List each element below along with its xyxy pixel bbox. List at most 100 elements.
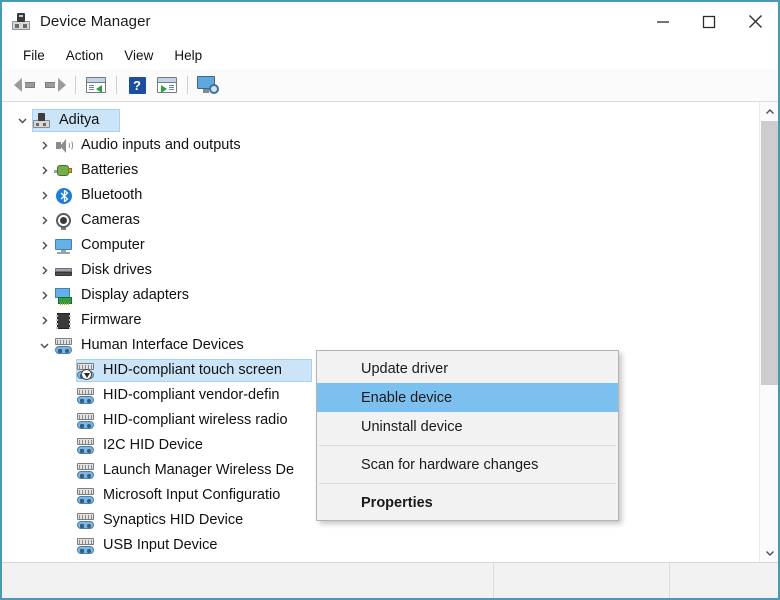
chevron-right-icon: [39, 315, 50, 326]
hid-device-icon: [76, 387, 96, 405]
tree-node-label: Disk drives: [81, 263, 152, 279]
hid-device-icon: [76, 437, 96, 455]
tree-node-label: Batteries: [81, 163, 138, 179]
tree-node-disk-drives[interactable]: Disk drives: [2, 258, 759, 283]
device-manager-window: Device Manager File Action: [0, 0, 780, 600]
vertical-scrollbar[interactable]: [759, 102, 778, 562]
toolbar-separator-1: [75, 76, 76, 94]
window-controls: [640, 2, 778, 41]
tree-node-bluetooth[interactable]: Bluetooth: [2, 183, 759, 208]
bluetooth-glyph: [60, 190, 69, 202]
speaker-icon: [54, 137, 74, 155]
context-menu-item-scan-for-hardware-changes[interactable]: Scan for hardware changes: [317, 450, 618, 479]
menu-file[interactable]: File: [13, 45, 56, 66]
scan-for-hardware-changes-icon: [197, 76, 219, 94]
hid-device-icon: [76, 537, 96, 555]
chevron-right-icon: [39, 265, 50, 276]
tree-node-batteries[interactable]: Batteries: [2, 158, 759, 183]
tree-node-label: HID-compliant touch screen: [103, 363, 282, 379]
hid-device-icon: [54, 337, 74, 355]
expand-collapse-audio[interactable]: [34, 140, 54, 151]
tree-node-label: Firmware: [81, 313, 141, 329]
camera-icon: [54, 212, 74, 230]
chevron-down-icon: [17, 115, 28, 126]
context-menu-item-enable-device[interactable]: Enable device: [317, 383, 618, 412]
back-arrow-icon: [14, 77, 36, 93]
expand-collapse-disk-drives[interactable]: [34, 265, 54, 276]
chevron-up-icon: [765, 107, 775, 117]
close-button[interactable]: [732, 2, 778, 41]
scan-hardware-button[interactable]: [193, 72, 223, 98]
hid-device-icon: [76, 462, 96, 480]
properties-button[interactable]: [152, 72, 182, 98]
tree-node-label: Computer: [81, 238, 145, 254]
status-bar: [2, 562, 778, 598]
tree-node-root[interactable]: Aditya: [2, 108, 759, 133]
context-menu-item-update-driver[interactable]: Update driver: [317, 354, 618, 383]
tree-node-computer[interactable]: Computer: [2, 233, 759, 258]
tree-node-label: I2C HID Device: [103, 438, 203, 454]
minimize-button[interactable]: [640, 2, 686, 41]
hid-device-icon: [76, 487, 96, 505]
context-menu-separator-1: [319, 445, 616, 446]
expand-collapse-batteries[interactable]: [34, 165, 54, 176]
chevron-right-icon: [39, 140, 50, 151]
scrollbar-thumb[interactable]: [761, 121, 778, 385]
expand-collapse-root[interactable]: [12, 115, 32, 126]
tree-node-cameras[interactable]: Cameras: [2, 208, 759, 233]
show-console-tree-button[interactable]: [81, 72, 111, 98]
help-button[interactable]: ?: [122, 72, 152, 98]
firmware-chip-icon: [54, 312, 74, 330]
tree-node-audio-inputs-and-outputs[interactable]: Audio inputs and outputs: [2, 133, 759, 158]
context-menu-item-uninstall-device[interactable]: Uninstall device: [317, 412, 618, 441]
tree-node-label: USB Input Device: [103, 538, 217, 554]
properties-panel-icon: [157, 77, 177, 93]
context-menu-item-properties[interactable]: Properties: [317, 488, 618, 517]
tree-node-display-adapters[interactable]: Display adapters: [2, 283, 759, 308]
forward-button[interactable]: [40, 72, 70, 98]
back-button[interactable]: [10, 72, 40, 98]
show-hide-console-tree-icon: [86, 77, 106, 93]
tree-node-label: Launch Manager Wireless De: [103, 463, 294, 479]
hid-device-icon: [76, 412, 96, 430]
expand-collapse-human-interface-devices[interactable]: [34, 340, 54, 351]
expand-collapse-display-adapters[interactable]: [34, 290, 54, 301]
hid-device-icon: [76, 512, 96, 530]
maximize-button[interactable]: [686, 2, 732, 41]
tree-node-label: Human Interface Devices: [81, 338, 244, 354]
hid-device-disabled-icon: [76, 362, 96, 380]
forward-arrow-icon: [44, 77, 66, 93]
status-pane-2: [494, 563, 670, 598]
ide-controller-icon: [54, 562, 74, 563]
expand-collapse-computer[interactable]: [34, 240, 54, 251]
expand-collapse-firmware[interactable]: [34, 315, 54, 326]
context-menu-separator-2: [319, 483, 616, 484]
help-icon: ?: [129, 77, 146, 94]
tree-node-label: HID-compliant vendor-defin: [103, 388, 280, 404]
tree-node-firmware[interactable]: Firmware: [2, 308, 759, 333]
monitor-icon: [54, 237, 74, 255]
scroll-down-button[interactable]: [760, 543, 778, 562]
menu-view[interactable]: View: [114, 45, 164, 66]
tree-node-label: Display adapters: [81, 288, 189, 304]
expand-collapse-cameras[interactable]: [34, 215, 54, 226]
scroll-up-button[interactable]: [760, 102, 778, 121]
tree-node-usb-input-device[interactable]: USB Input Device: [2, 533, 759, 558]
tree-node-label: Synaptics HID Device: [103, 513, 243, 529]
close-icon: [748, 14, 763, 29]
tree-node-label: Cameras: [81, 213, 140, 229]
menu-action[interactable]: Action: [56, 45, 115, 66]
expand-collapse-bluetooth[interactable]: [34, 190, 54, 201]
disk-drive-icon: [54, 262, 74, 280]
status-pane-3: [670, 563, 778, 598]
chevron-right-icon: [39, 165, 50, 176]
context-menu: Update driver Enable device Uninstall de…: [316, 350, 619, 521]
display-adapter-icon: [54, 287, 74, 305]
computer-device-icon: [32, 112, 52, 130]
chevron-down-icon: [39, 340, 50, 351]
chevron-right-icon: [39, 215, 50, 226]
tree-node-label: Audio inputs and outputs: [81, 138, 241, 154]
tree-node-label: HID-compliant wireless radio: [103, 413, 288, 429]
menu-help[interactable]: Help: [164, 45, 213, 66]
bluetooth-icon: [54, 187, 74, 205]
